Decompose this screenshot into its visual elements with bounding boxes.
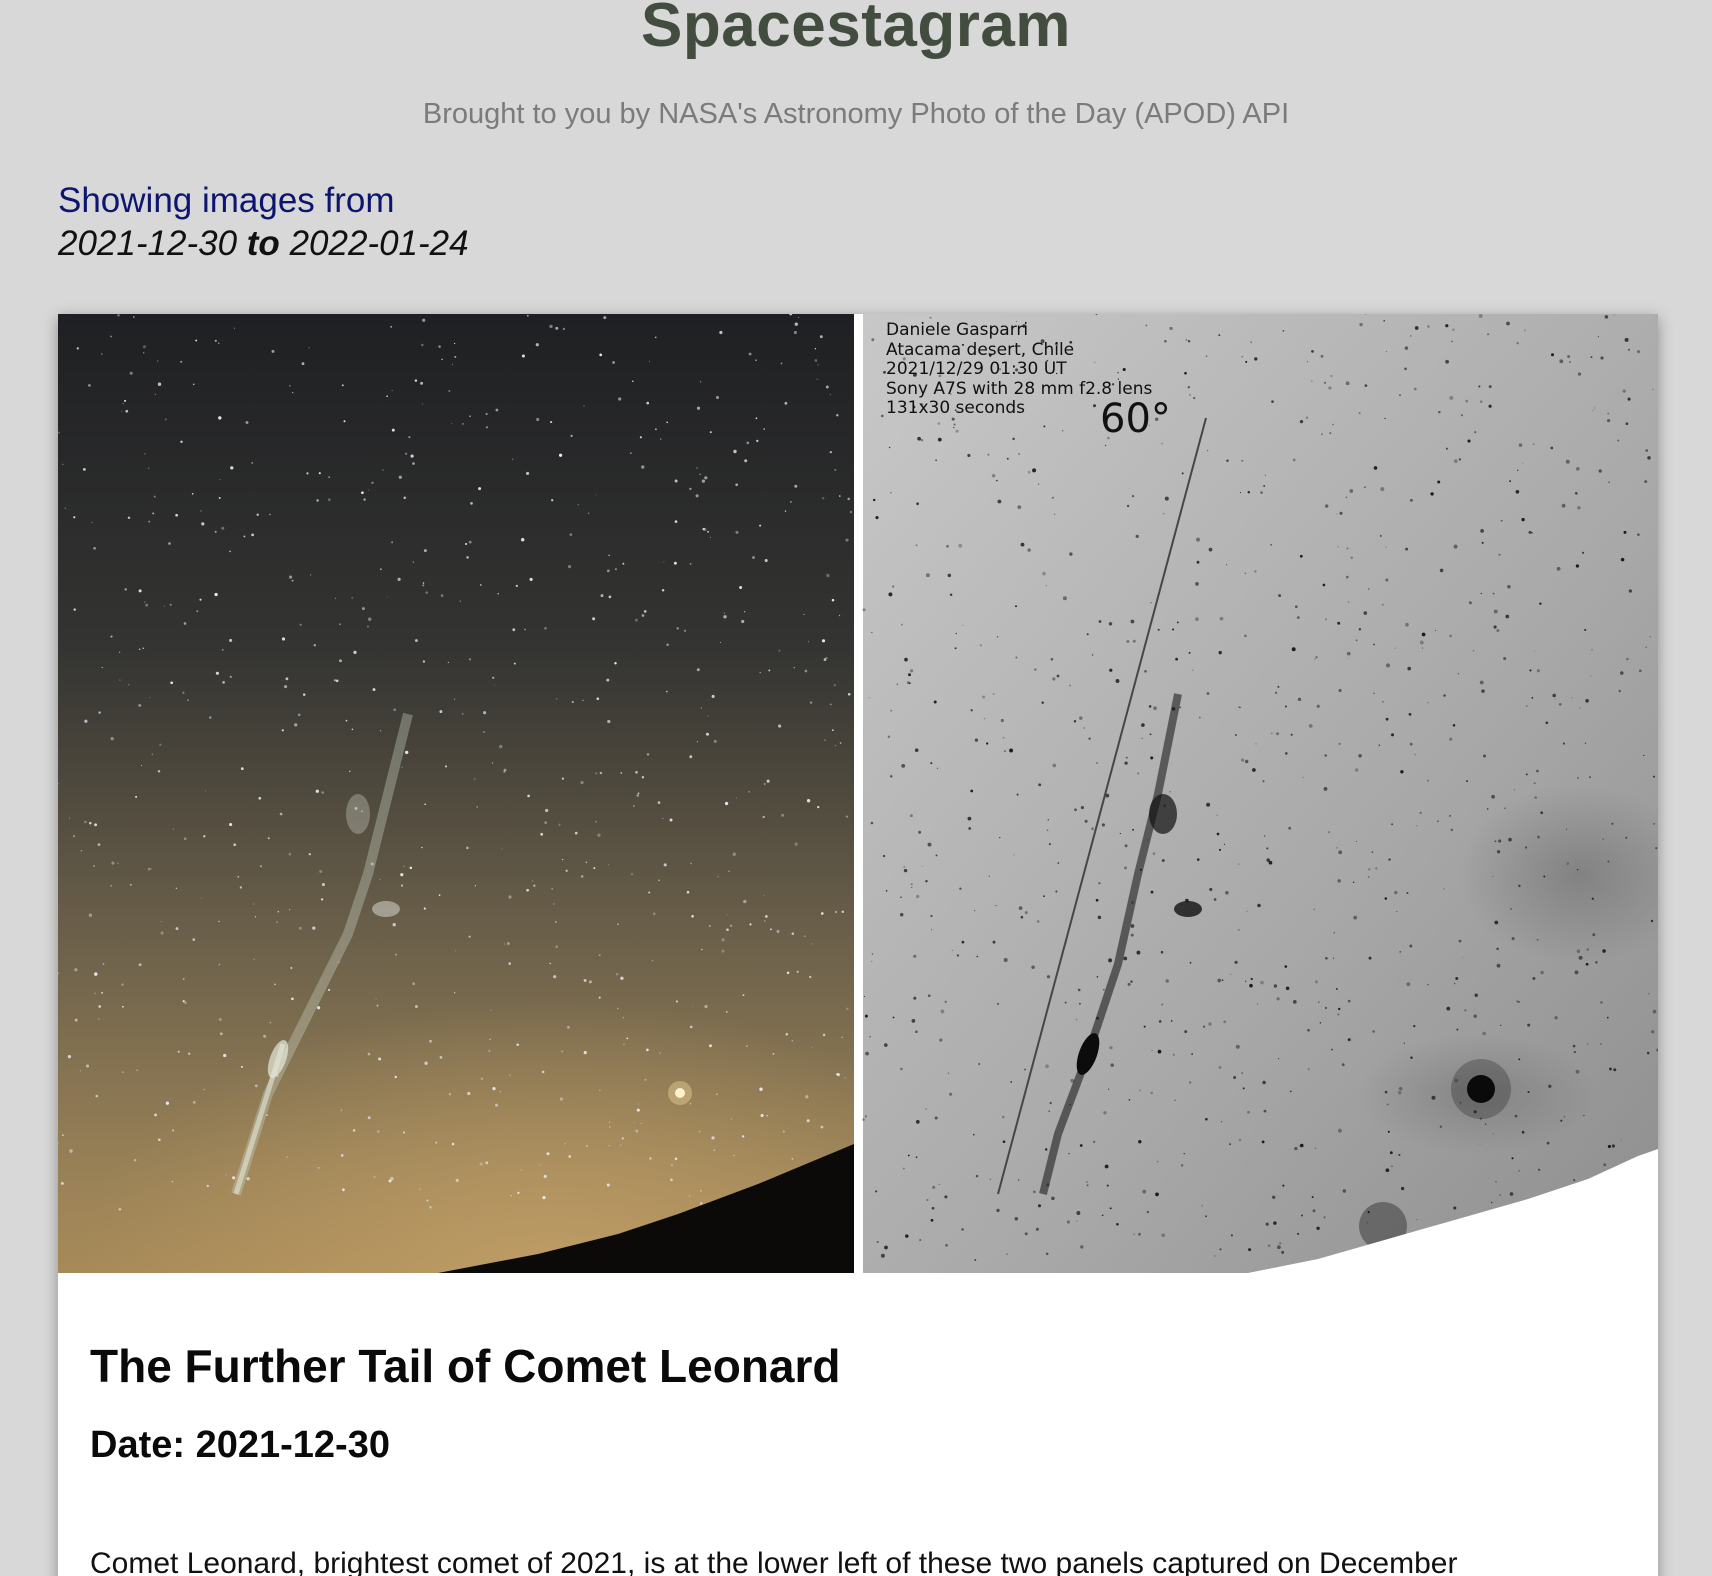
range-start-date: 2021-12-30 (58, 224, 238, 263)
post-date-value: 2021-12-30 (195, 1424, 390, 1466)
post-title: The Further Tail of Comet Leonard (90, 1340, 841, 1392)
image-caption-line-1: Daniele Gasparri (886, 320, 1028, 340)
range-separator: to (246, 224, 280, 263)
post-date-label: Date: (90, 1424, 186, 1466)
image-angle-label: 60° (1100, 396, 1171, 442)
app-subtitle: Brought to you by NASA's Astronomy Photo… (422, 98, 1290, 130)
image-caption-line-5: 131x30 seconds (886, 398, 1025, 418)
image-caption-line-2: Atacama desert, Chile (886, 340, 1074, 360)
date-range-label: Showing images from (58, 181, 395, 220)
page: Spacestagram Brought to you by NASA's As… (0, 0, 1712, 1576)
right-photo-panel: Daniele Gasparri Atacama desert, Chile 2… (862, 314, 1658, 1273)
post-description: Comet Leonard, brightest comet of 2021, … (90, 1547, 1458, 1576)
range-end-date: 2022-01-24 (289, 224, 469, 263)
app-title: Spacestagram (641, 0, 1071, 60)
post-card: Daniele Gasparri Atacama desert, Chile 2… (58, 314, 1658, 1576)
left-photo-panel (58, 314, 854, 1273)
image-caption-line-3: 2021/12/29 01:30 UT (886, 359, 1067, 379)
date-range: 2021-12-30 to 2022-01-24 (58, 223, 469, 265)
apod-image[interactable]: Daniele Gasparri Atacama desert, Chile 2… (58, 314, 1658, 1273)
post-date: Date: 2021-12-30 (90, 1422, 390, 1468)
